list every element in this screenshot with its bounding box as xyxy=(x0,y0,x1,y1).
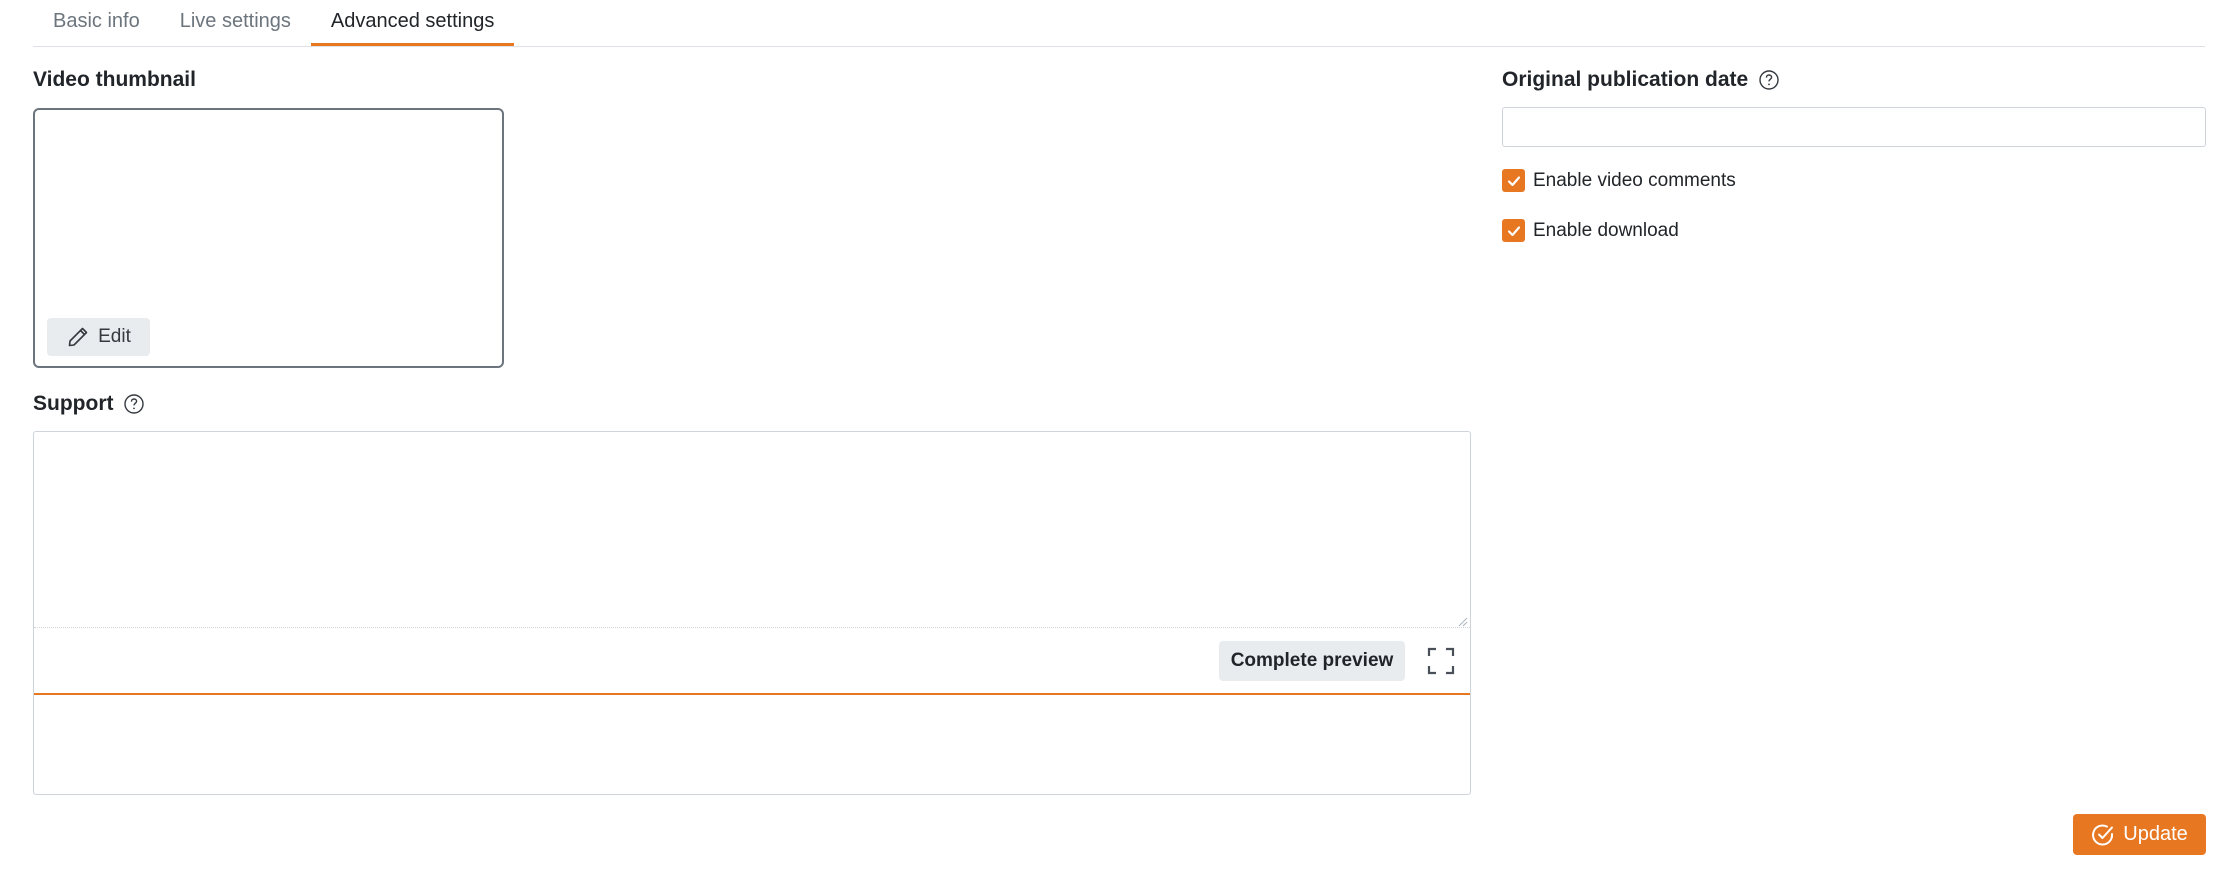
enable-comments-option[interactable]: Enable video comments xyxy=(1502,169,1736,192)
update-button-label: Update xyxy=(2123,823,2188,845)
tab-advanced-settings[interactable]: Advanced settings xyxy=(310,0,515,46)
support-label-text: Support xyxy=(33,392,114,415)
enable-download-checkbox[interactable] xyxy=(1502,219,1525,242)
editor-toolbar: Complete preview xyxy=(34,628,1470,695)
enable-download-option[interactable]: Enable download xyxy=(1502,219,1679,242)
update-button[interactable]: Update xyxy=(2073,814,2206,855)
edit-thumbnail-label: Edit xyxy=(98,326,131,347)
pencil-icon xyxy=(68,327,88,347)
question-circle-icon[interactable] xyxy=(123,393,145,415)
settings-tabs: Basic info Live settings Advanced settin… xyxy=(33,0,2205,47)
tab-basic-info[interactable]: Basic info xyxy=(33,0,160,46)
publication-date-label-text: Original publication date xyxy=(1502,68,1749,91)
enable-comments-label: Enable video comments xyxy=(1533,169,1736,191)
video-settings-page: Basic info Live settings Advanced settin… xyxy=(0,0,2232,875)
enable-comments-checkbox[interactable] xyxy=(1502,169,1525,192)
tab-live-settings[interactable]: Live settings xyxy=(160,0,311,46)
fullscreen-icon[interactable] xyxy=(1426,646,1456,676)
support-markdown-editor: Complete preview xyxy=(33,431,1471,795)
publication-date-label: Original publication date xyxy=(1502,68,1780,92)
checkmark-icon xyxy=(1507,175,1520,186)
question-circle-icon[interactable] xyxy=(1758,69,1780,91)
checkmark-icon xyxy=(1507,225,1520,236)
support-textarea[interactable] xyxy=(34,432,1470,628)
publication-date-input[interactable] xyxy=(1502,107,2206,147)
support-label: Support xyxy=(33,392,145,416)
complete-preview-button[interactable]: Complete preview xyxy=(1219,641,1405,681)
check-circle-icon xyxy=(2092,824,2114,845)
video-thumbnail-preview: Edit xyxy=(33,108,504,368)
video-thumbnail-label: Video thumbnail xyxy=(33,68,196,92)
video-thumbnail-label-text: Video thumbnail xyxy=(33,68,196,91)
enable-download-label: Enable download xyxy=(1533,219,1679,241)
edit-thumbnail-button[interactable]: Edit xyxy=(47,318,150,356)
resize-handle-icon[interactable] xyxy=(1456,615,1468,627)
